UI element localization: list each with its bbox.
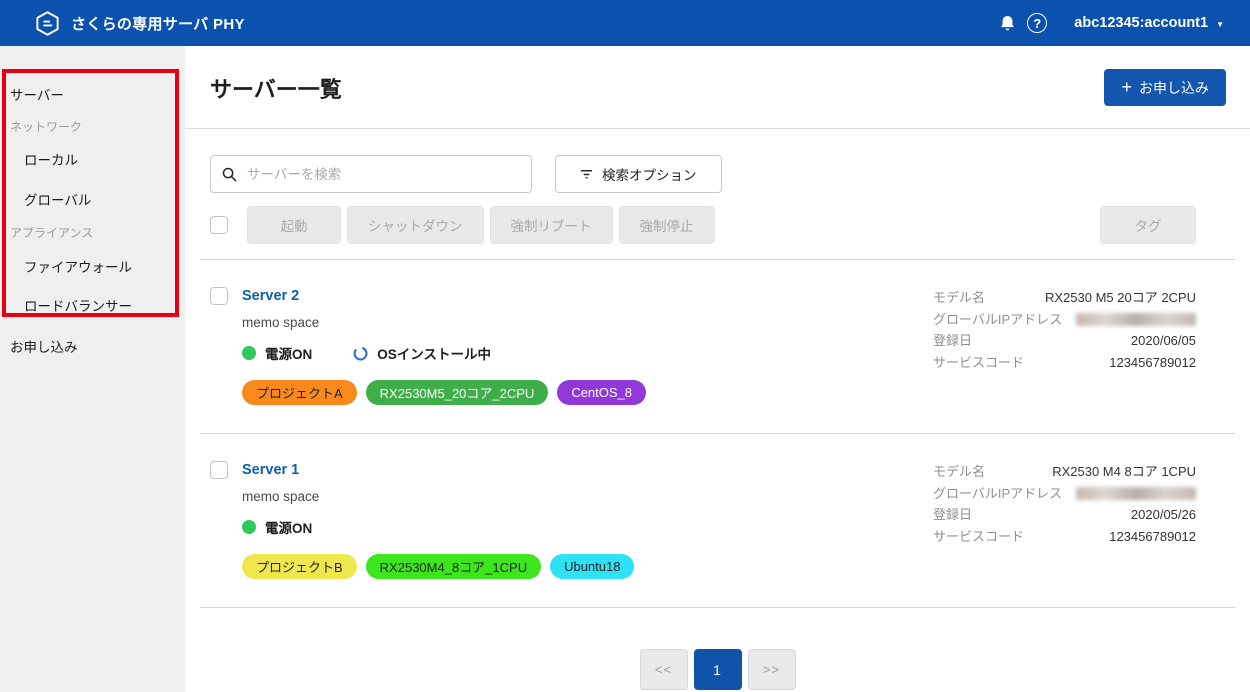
account-menu-label[interactable]: abc12345:account1 [1074, 15, 1208, 31]
tag-button[interactable]: タグ [1100, 206, 1196, 244]
title-divider [185, 128, 1250, 129]
date-label: 登録日 [933, 504, 972, 526]
account-caret-down-icon[interactable]: ▼ [1216, 18, 1224, 29]
date-label: 登録日 [933, 330, 972, 352]
os-install-spinner-icon [352, 345, 369, 362]
model-value: RX2530 M4 8コア 1CPU [1052, 461, 1196, 483]
order-button[interactable]: + お申し込み [1104, 69, 1226, 106]
server-memo: memo space [242, 314, 646, 332]
shutdown-button[interactable]: シャットダウン [347, 206, 484, 244]
server-name-link[interactable]: Server 2 [242, 287, 646, 305]
server-row: Server 2 memo space 電源ON OSインストール中 [185, 260, 1250, 433]
search-options-button[interactable]: 検索オプション [555, 155, 722, 193]
server-row-checkbox[interactable] [210, 287, 228, 305]
os-status-label: OSインストール中 [377, 343, 491, 363]
tag-pill[interactable]: RX2530M5_20コア_2CPU [366, 380, 549, 405]
app-header: さくらの専用サーバ PHY ? abc12345:account1 ▼ [0, 0, 1250, 46]
power-status-label: 電源ON [265, 343, 312, 363]
code-label: サービスコード [933, 352, 1024, 374]
title-bar: サーバー一覧 + お申し込み [185, 46, 1250, 106]
global-ip-redacted [1076, 313, 1196, 326]
pagination-page-1-button[interactable]: 1 [694, 649, 742, 690]
pagination: << 1 >> [185, 649, 1250, 690]
force-reboot-button[interactable]: 強制リブート [490, 206, 613, 244]
help-icon[interactable]: ? [1022, 8, 1052, 38]
filter-icon [580, 168, 593, 180]
sidebar-item-loadbalancer[interactable]: ロードバランサー [24, 295, 132, 315]
sidebar-item-local[interactable]: ローカル [24, 149, 78, 169]
bulk-action-row: 起動 シャットダウン 強制リブート 強制停止 タグ [210, 206, 1196, 244]
code-value: 123456789012 [1109, 352, 1196, 374]
main-content: サーバー一覧 + お申し込み 検索オプション [185, 46, 1250, 692]
sidebar-item-server[interactable]: サーバー [10, 84, 64, 104]
tag-pill[interactable]: Ubuntu18 [550, 554, 634, 579]
model-label: モデル名 [933, 287, 985, 309]
date-value: 2020/06/05 [1131, 330, 1196, 352]
global-ip-redacted [1076, 487, 1196, 500]
server-name-link[interactable]: Server 1 [242, 461, 634, 479]
ip-label: グローバルIPアドレス [933, 309, 1062, 331]
tag-pill[interactable]: RX2530M4_8コア_1CPU [366, 554, 541, 579]
tag-pill[interactable]: プロジェクトB [242, 554, 357, 579]
pagination-next-button[interactable]: >> [748, 649, 796, 690]
sidebar-nav: サーバー ネットワーク ローカル グローバル アプライアンス ファイアウォール … [0, 46, 185, 692]
brand-title: さくらの専用サーバ PHY [71, 13, 245, 34]
sakura-phy-logo-icon [34, 10, 61, 37]
search-input[interactable] [247, 167, 521, 182]
server-row-checkbox[interactable] [210, 461, 228, 479]
row-divider [200, 607, 1235, 608]
power-status-label: 電源ON [265, 517, 312, 537]
code-label: サービスコード [933, 526, 1024, 548]
boot-button[interactable]: 起動 [247, 206, 341, 244]
select-all-checkbox[interactable] [210, 216, 228, 234]
tag-pill[interactable]: CentOS_8 [557, 380, 646, 405]
server-row: Server 1 memo space 電源ON プロジェクトB RX2530M… [185, 434, 1250, 607]
model-label: モデル名 [933, 461, 985, 483]
toolbar: 検索オプション [210, 155, 1196, 193]
sidebar-section-network: ネットワーク [10, 118, 82, 135]
page-title: サーバー一覧 [210, 72, 342, 104]
tag-pill[interactable]: プロジェクトA [242, 380, 357, 405]
server-memo: memo space [242, 488, 634, 506]
notifications-bell-icon[interactable] [992, 8, 1022, 38]
plus-icon: + [1121, 78, 1132, 98]
power-status-dot-icon [242, 520, 256, 534]
sidebar-item-order[interactable]: お申し込み [10, 336, 78, 356]
pagination-prev-button[interactable]: << [640, 649, 688, 690]
server-search-box [210, 155, 532, 193]
server-details: モデル名 RX2530 M5 20コア 2CPU グローバルIPアドレス 登録日 2… [933, 287, 1196, 405]
ip-label: グローバルIPアドレス [933, 483, 1062, 505]
sidebar-section-appliance: アプライアンス [10, 224, 93, 241]
code-value: 123456789012 [1109, 526, 1196, 548]
power-status-dot-icon [242, 346, 256, 360]
search-icon [221, 166, 238, 183]
sidebar-item-firewall[interactable]: ファイアウォール [24, 256, 132, 276]
date-value: 2020/05/26 [1131, 504, 1196, 526]
force-stop-button[interactable]: 強制停止 [619, 206, 715, 244]
server-details: モデル名 RX2530 M4 8コア 1CPU グローバルIPアドレス 登録日 20… [933, 461, 1196, 579]
sidebar-item-global[interactable]: グローバル [24, 189, 91, 209]
model-value: RX2530 M5 20コア 2CPU [1045, 287, 1196, 309]
